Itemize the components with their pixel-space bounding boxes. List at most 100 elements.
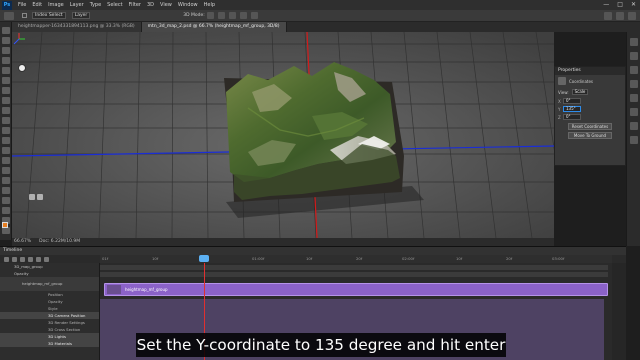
eraser-tool-icon[interactable] (2, 137, 10, 144)
menu-filter[interactable]: Filter (126, 2, 144, 8)
next-frame-icon[interactable] (28, 256, 33, 262)
timeline-title: Timeline (0, 247, 626, 255)
scale-icon[interactable] (250, 12, 258, 19)
property-row-3d-materials[interactable]: 3D Materials (0, 340, 99, 347)
auto-select-checkbox[interactable] (22, 13, 27, 18)
stamp-tool-icon[interactable] (2, 117, 10, 124)
blur-tool-icon[interactable] (2, 157, 10, 164)
foreground-color-swatch[interactable] (2, 222, 8, 228)
libraries-panel-icon[interactable] (630, 136, 638, 144)
adjustments-panel-icon[interactable] (630, 122, 638, 130)
dodge-tool-icon[interactable] (2, 167, 10, 174)
layer-row-heightmap-group[interactable]: heightmap_mf_group (0, 277, 99, 291)
timeline-ruler[interactable]: 01f 10f 20f 01:00f 10f 20f 02:00f 10f 20… (100, 255, 612, 263)
menu-view[interactable]: View (157, 2, 175, 8)
3d-scene (12, 32, 554, 238)
track-3d-map-group (100, 265, 608, 270)
minimize-button[interactable]: — (603, 1, 609, 8)
menu-3d[interactable]: 3D (144, 2, 157, 8)
menu-edit[interactable]: Edit (29, 2, 45, 8)
menu-image[interactable]: Image (45, 2, 67, 8)
maximize-button[interactable]: □ (617, 1, 623, 8)
gradient-tool-icon[interactable] (2, 147, 10, 154)
orbit-icon[interactable] (206, 12, 214, 19)
crop-tool-icon[interactable] (2, 67, 10, 74)
property-row-opacity[interactable]: Opacity (0, 298, 99, 305)
marquee-tool-icon[interactable] (2, 37, 10, 44)
play-icon[interactable] (20, 256, 25, 262)
workspace-icon[interactable] (616, 12, 624, 20)
share-icon[interactable] (628, 12, 636, 20)
menu-select[interactable]: Select (104, 2, 125, 8)
layers-panel-icon[interactable] (630, 80, 638, 88)
close-button[interactable]: ✕ (631, 1, 636, 8)
roll-icon[interactable] (217, 12, 225, 19)
history-brush-tool-icon[interactable] (2, 127, 10, 134)
coordinates-mode-icon[interactable] (558, 77, 566, 85)
y-rotation-field[interactable]: 135° (563, 106, 581, 112)
eyedropper-tool-icon[interactable] (2, 87, 10, 94)
3d-panel-icon[interactable] (630, 66, 638, 74)
view-dropdown[interactable]: Scale (571, 89, 589, 95)
settings-icon[interactable] (44, 256, 49, 262)
brush-tool-icon[interactable] (2, 107, 10, 114)
layer-row-opacity[interactable]: Opacity (0, 270, 99, 277)
menu-layer[interactable]: Layer (67, 2, 87, 8)
orbit-widget-icon[interactable] (29, 194, 35, 200)
property-row-position[interactable]: Position (0, 291, 99, 298)
property-row-style[interactable]: Style (0, 305, 99, 312)
lasso-tool-icon[interactable] (2, 47, 10, 54)
properties-panel-icon[interactable] (630, 52, 638, 60)
z-rotation-field[interactable]: 0° (563, 114, 581, 120)
layer-row-3d-map-group[interactable]: 3D_map_group (0, 263, 99, 270)
move-tool-icon[interactable] (2, 27, 10, 34)
playhead-handle[interactable] (199, 255, 209, 262)
reset-coordinates-button[interactable]: Reset Coordinates (568, 123, 612, 130)
x-rotation-field[interactable]: 0° (563, 98, 581, 104)
zoom-tool-icon[interactable] (2, 227, 10, 234)
3d-nav-widget[interactable] (29, 194, 49, 204)
pen-tool-icon[interactable] (2, 177, 10, 184)
property-row-3d-camera-position[interactable]: 3D Camera Position (0, 312, 99, 319)
type-tool-icon[interactable] (2, 187, 10, 194)
path-select-tool-icon[interactable] (2, 197, 10, 204)
x-axis-label: X (558, 98, 561, 104)
ruler-tick: 10f (456, 256, 463, 261)
ruler-tick: 20f (356, 256, 363, 261)
tab-mtn-3d-map[interactable]: mtn_3d_map_2.psd @ 66.7% (heightmap_mf_g… (141, 22, 287, 32)
slide-icon[interactable] (239, 12, 247, 19)
healing-tool-icon[interactable] (2, 97, 10, 104)
photoshop-logo: Ps (2, 0, 12, 10)
zoom-level[interactable]: 66.67% (14, 238, 31, 246)
pan-icon[interactable] (228, 12, 236, 19)
coordinates-mode-label: Coordinates (569, 78, 594, 84)
3d-canvas-viewport[interactable] (12, 32, 554, 238)
quick-select-tool-icon[interactable] (2, 57, 10, 64)
paths-panel-icon[interactable] (630, 108, 638, 116)
menu-help[interactable]: Help (201, 2, 218, 8)
search-icon[interactable] (604, 12, 612, 20)
tools-panel (0, 22, 12, 240)
tab-heightmapper[interactable]: heightmapper-1634331894113.png @ 33.3% (… (12, 22, 142, 32)
layer-clip[interactable]: heightmap_mf_group (104, 283, 608, 296)
menu-window[interactable]: Window (175, 2, 201, 8)
prev-frame-icon[interactable] (12, 256, 17, 262)
move-tool-icon[interactable] (4, 11, 14, 20)
menu-file[interactable]: File (15, 2, 29, 8)
first-frame-icon[interactable] (4, 256, 9, 262)
channels-panel-icon[interactable] (630, 94, 638, 102)
auto-select-dropdown[interactable]: Index Select (32, 12, 66, 19)
property-row-3d-render-settings[interactable]: 3D Render Settings (0, 319, 99, 326)
layer-dropdown[interactable]: Layer (71, 12, 91, 19)
menu-type[interactable]: Type (87, 2, 104, 8)
audio-icon[interactable] (36, 256, 41, 262)
property-row-3d-cross-section[interactable]: 3D Cross Section (0, 326, 99, 333)
shape-tool-icon[interactable] (2, 207, 10, 214)
ruler-tick: 01:00f (252, 256, 265, 261)
timeline-scrollbar[interactable] (612, 263, 626, 360)
history-panel-icon[interactable] (630, 38, 638, 46)
pan-widget-icon[interactable] (37, 194, 43, 200)
move-to-ground-button[interactable]: Move To Ground (568, 132, 612, 139)
frame-tool-icon[interactable] (2, 77, 10, 84)
property-row-3d-lights[interactable]: 3D Lights (0, 333, 99, 340)
